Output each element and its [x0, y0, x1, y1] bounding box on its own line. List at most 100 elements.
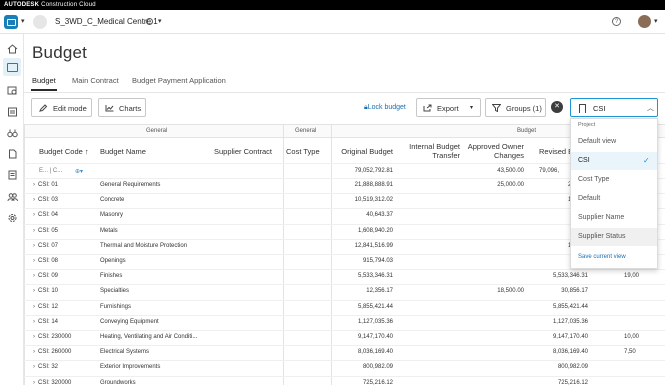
view-select[interactable]: CSI ︿: [570, 98, 658, 117]
cell-budget-code: CSI: 230000: [38, 334, 72, 340]
sort-ascending-icon: ↑: [84, 147, 89, 156]
table-row[interactable]: › CSI: 320000 Groundworks 725,216.12 725,216…: [24, 375, 665, 385]
cell-budget-name: Concrete: [100, 197, 125, 204]
table-row[interactable]: › CSI: 12 Furnishings 5,855,421.44 5,855,421…: [24, 299, 665, 314]
expand-chevron-right-icon[interactable]: ›: [33, 380, 35, 385]
view-option-default-view[interactable]: Default view: [571, 133, 657, 151]
charts-button[interactable]: Charts: [98, 98, 146, 117]
table-row[interactable]: ›CSI: 03Concrete10,519,312.0210,519,: [24, 193, 665, 207]
check-icon: ✓: [643, 156, 650, 165]
cell-budget-name: Finishes: [100, 273, 123, 280]
avatar[interactable]: [638, 15, 651, 28]
view-option-default[interactable]: Default: [571, 190, 657, 208]
filter-row: E... | C... ⊕▾ 79,052,792.81 43,500.00 7…: [24, 163, 665, 178]
clear-groups-close-icon[interactable]: ✕: [551, 101, 563, 113]
export-chevron-down-icon: ▾: [470, 105, 474, 111]
globe-icon: [146, 18, 153, 25]
cell-original-budget: 1,127,035.36: [357, 318, 393, 325]
table-row[interactable]: › CSI: 09 Finishes 5,533,346.31 5,533,346.31…: [24, 269, 665, 283]
cell-next-column: 7,50: [624, 349, 636, 356]
cell-original-budget: 725,216.12: [362, 379, 393, 385]
cell-budget-name: Heating, Ventilating and Air Conditi...: [100, 334, 198, 340]
tabs-divider: [24, 92, 665, 93]
table-row[interactable]: › CSI: 230000 Heating, Ventilating and Air…: [24, 330, 665, 344]
expand-chevron-right-icon[interactable]: ›: [33, 304, 35, 310]
table-row[interactable]: › CSI: 260000 Electrical Systems 8,036,169.…: [24, 345, 665, 359]
view-option-csi[interactable]: CSI ✓: [571, 152, 657, 170]
cell-original-budget: 800,982.09: [362, 364, 393, 371]
app-header: ▾ S_3WD_C_Medical Centre 1 ▾ ? ▾: [0, 10, 665, 34]
cell-revised-budget: 1,127,035.36: [552, 318, 588, 325]
expand-chevron-right-icon[interactable]: ›: [33, 273, 35, 279]
expand-chevron-right-icon[interactable]: ›: [33, 258, 35, 264]
table-row[interactable]: › CSI: 32 Exterior Improvements 800,982.09 8…: [24, 360, 665, 374]
export-button[interactable]: Export ▾: [416, 98, 481, 117]
view-option-supplier-name[interactable]: Supplier Name: [571, 209, 657, 227]
code-filter-chevron-down-icon[interactable]: ⊕▾: [75, 168, 83, 175]
table-row[interactable]: ›CSI: 08Openings915,794.03915,: [24, 254, 665, 268]
expand-chevron-right-icon[interactable]: ›: [33, 288, 35, 294]
table-row[interactable]: › CSI: 14 Conveying Equipment 1,127,035.36 1…: [24, 314, 665, 329]
cell-original-budget: 5,533,346.31: [357, 273, 393, 280]
project-name[interactable]: S_3WD_C_Medical Centre 1: [55, 17, 158, 26]
members-icon[interactable]: [7, 189, 18, 202]
code-filter[interactable]: E... | C...: [39, 168, 62, 174]
top-brand-bar: AUTODESK Construction Cloud: [0, 0, 665, 10]
settings-gear-icon[interactable]: [7, 210, 18, 222]
search-icon[interactable]: [7, 83, 18, 95]
expand-chevron-right-icon[interactable]: ›: [33, 182, 35, 188]
view-option-supplier-status[interactable]: Supplier Status: [571, 228, 657, 246]
cell-original-budget: 9,147,170.40: [357, 334, 393, 340]
edit-mode-button[interactable]: Edit mode: [31, 98, 92, 117]
expand-chevron-right-icon[interactable]: ›: [33, 364, 35, 370]
cell-budget-code: CSI: 05: [38, 227, 59, 234]
expand-chevron-right-icon[interactable]: ›: [33, 243, 35, 249]
expand-chevron-right-icon[interactable]: ›: [33, 197, 35, 203]
cell-budget-name: Thermal and Moisture Protection: [100, 242, 188, 249]
view-dropdown-menu: Project Default view CSI ✓ Cost Type Defa…: [570, 118, 658, 269]
chart-icon: [105, 105, 114, 112]
expand-chevron-right-icon[interactable]: ›: [33, 334, 35, 340]
project-chevron-down-icon[interactable]: ▾: [158, 17, 162, 25]
forms-icon[interactable]: [7, 167, 18, 180]
table-row[interactable]: ›CSI: 04Masonry40,643.3740,: [24, 208, 665, 222]
cell-budget-code: CSI: 320000: [38, 379, 72, 385]
table-row[interactable]: ›CSI: 05Metals1,608,940.201,608,: [24, 223, 665, 238]
cell-revised-budget: 800,982.09: [557, 364, 588, 371]
expand-chevron-right-icon[interactable]: ›: [33, 319, 35, 325]
save-current-view-link[interactable]: Save current view: [578, 254, 626, 260]
chevron-down-icon[interactable]: ▾: [21, 17, 25, 25]
total-revised-budget: 79,096,: [539, 168, 560, 174]
cell-budget-code: CSI: 07: [38, 242, 59, 249]
expand-chevron-right-icon[interactable]: ›: [33, 349, 35, 355]
cell-budget-name: Electrical Systems: [100, 349, 150, 356]
tab-budget-payment-application[interactable]: Budget Payment Application: [132, 76, 226, 85]
table-row[interactable]: › CSI: 10 Specialties 12,356.17 18,500.00 30,…: [24, 284, 665, 298]
cell-revised-budget: 9,147,170.40: [552, 334, 588, 340]
binoculars-icon[interactable]: [7, 125, 18, 138]
page-title: Budget: [32, 43, 88, 62]
table-row[interactable]: › CSI: 01 General Requirements 21,888,888.9…: [24, 178, 665, 192]
cell-budget-name: Exterior Improvements: [100, 364, 161, 371]
app-switcher-icon[interactable]: [4, 15, 18, 29]
sheets-icon[interactable]: [7, 104, 18, 117]
table-row[interactable]: › CSI: 07 Thermal and Moisture Protection 1…: [24, 238, 665, 253]
user-chevron-down-icon[interactable]: ▾: [654, 17, 658, 25]
cell-revised-budget: 725,216.12: [557, 379, 588, 385]
view-option-cost-type[interactable]: Cost Type: [571, 171, 657, 189]
cell-budget-code: CSI: 08: [38, 258, 59, 264]
filter-icon: [492, 104, 501, 112]
groups-button[interactable]: Groups (1): [485, 98, 546, 117]
cell-budget-name: Openings: [100, 258, 126, 264]
expand-chevron-right-icon[interactable]: ›: [33, 212, 35, 218]
expand-chevron-right-icon[interactable]: ›: [33, 228, 35, 234]
home-icon[interactable]: [7, 41, 18, 54]
tab-main-contract[interactable]: Main Contract: [72, 76, 119, 85]
budget-table: General General Budget Budget Code ↑ Bud…: [24, 124, 665, 385]
project-thumbnail[interactable]: [33, 15, 47, 29]
lock-budget-link[interactable]: 🔒︎Lock budget: [364, 104, 406, 112]
document-icon[interactable]: [7, 146, 18, 159]
cost-management-icon[interactable]: [3, 58, 21, 76]
tab-budget[interactable]: Budget: [31, 76, 57, 91]
help-icon[interactable]: ?: [612, 17, 621, 26]
